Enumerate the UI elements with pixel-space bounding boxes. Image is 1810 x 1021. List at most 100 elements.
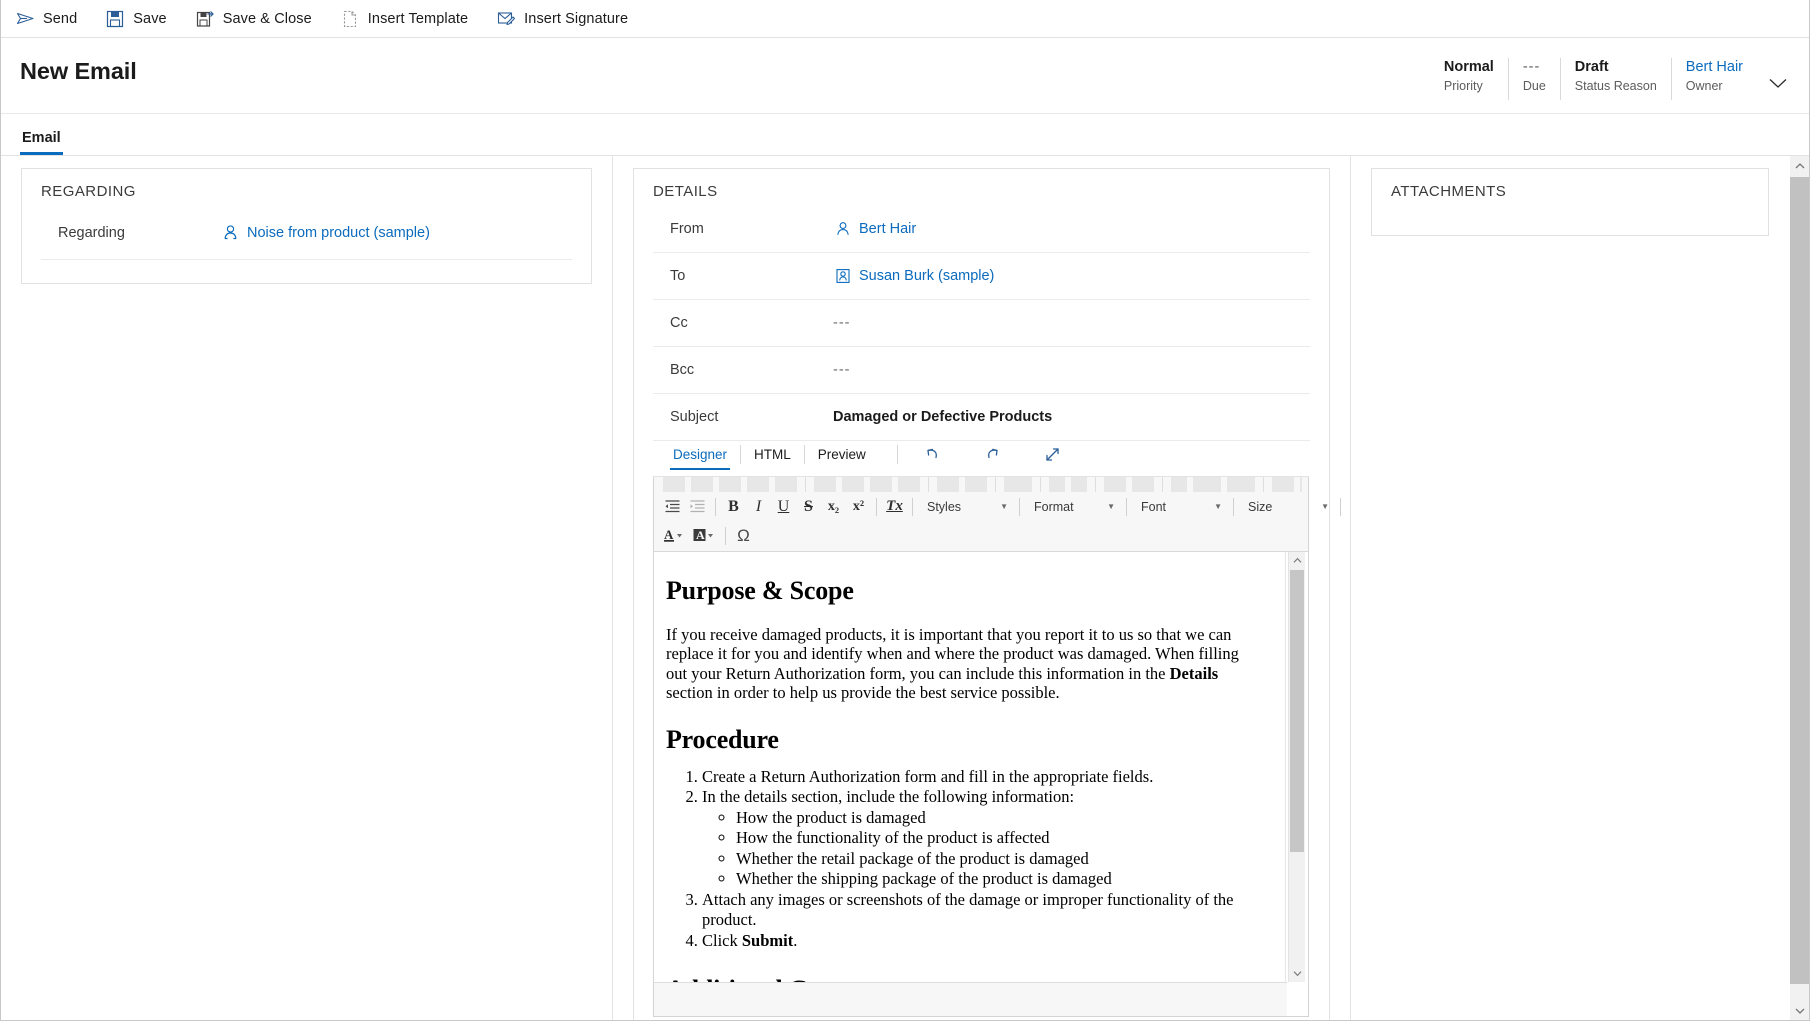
text-color-icon[interactable]: A xyxy=(660,524,690,549)
attachments-panel: ATTACHMENTS xyxy=(1371,168,1769,236)
header-expand-button[interactable] xyxy=(1763,70,1793,96)
superscript-button[interactable]: x² xyxy=(846,494,871,519)
italic-button[interactable]: I xyxy=(746,494,771,519)
page-vertical-scrollbar[interactable] xyxy=(1790,156,1809,1020)
align-left-icon[interactable] xyxy=(814,477,836,492)
font-dropdown-label: Font xyxy=(1141,500,1166,514)
strikethrough-button[interactable]: S xyxy=(796,494,821,519)
chevron-down-icon: ▼ xyxy=(1000,502,1008,511)
page-scroll-up-button[interactable] xyxy=(1790,156,1809,175)
special-character-icon[interactable]: Ω xyxy=(731,524,756,549)
horizontal-rule-icon[interactable] xyxy=(1104,477,1126,492)
to-field-row: To Susan Burk (sample) xyxy=(653,253,1310,300)
quote-right-icon[interactable] xyxy=(1071,477,1087,492)
content-paragraph-purpose: If you receive damaged products, it is i… xyxy=(666,625,1261,703)
save-icon xyxy=(105,9,125,29)
editor-undo-button[interactable] xyxy=(916,442,950,468)
header-stat-priority[interactable]: Normal Priority xyxy=(1430,58,1509,100)
table-icon[interactable] xyxy=(1193,477,1221,492)
insert-template-button-label: Insert Template xyxy=(368,11,468,27)
align-right-icon[interactable] xyxy=(870,477,892,492)
unlink-icon[interactable] xyxy=(937,477,959,492)
toolbar-divider-g xyxy=(1263,477,1264,492)
step-4-text-part-1: Click xyxy=(702,931,742,950)
editor-scroll-thumb[interactable] xyxy=(1290,570,1304,852)
page-break-icon[interactable] xyxy=(1171,477,1187,492)
subscript-button[interactable]: x₂ xyxy=(821,494,846,519)
toolbar-divider-d xyxy=(1040,477,1041,492)
remove-link-icon[interactable] xyxy=(1132,477,1154,492)
content-heading-purpose: Purpose & Scope xyxy=(666,576,1261,606)
save-button[interactable]: Save xyxy=(105,0,180,38)
middle-column: DETAILS From Bert Hair xyxy=(613,156,1351,1020)
size-dropdown[interactable]: Size ▼ xyxy=(1239,495,1335,519)
quote-left-icon[interactable] xyxy=(1049,477,1065,492)
image-icon[interactable] xyxy=(1227,477,1255,492)
send-button[interactable]: Send xyxy=(15,0,91,38)
step-4-text-bold: Submit xyxy=(742,931,793,950)
format-dropdown[interactable]: Format ▼ xyxy=(1025,495,1121,519)
paste-from-word-icon[interactable] xyxy=(775,477,797,492)
increase-indent-icon[interactable] xyxy=(685,494,710,519)
page-scroll-down-button[interactable] xyxy=(1790,1001,1809,1020)
bold-button[interactable]: B xyxy=(721,494,746,519)
regarding-field-value-wrap[interactable]: Noise from product (sample) xyxy=(221,223,430,242)
size-dropdown-label: Size xyxy=(1248,500,1272,514)
editor-redo-button[interactable] xyxy=(976,442,1010,468)
tab-email-label: Email xyxy=(22,130,61,146)
editor-tab-html[interactable]: HTML xyxy=(743,447,802,470)
editor-tab-designer[interactable]: Designer xyxy=(662,447,738,470)
header-stat-due[interactable]: --- Due xyxy=(1509,58,1561,100)
details-panel-title: DETAILS xyxy=(634,169,1329,200)
insert-template-button[interactable]: Insert Template xyxy=(340,0,482,38)
toolbar-divider-p xyxy=(1340,498,1341,516)
header-stat-status-reason[interactable]: Draft Status Reason xyxy=(1561,58,1672,100)
details-panel: DETAILS From Bert Hair xyxy=(633,168,1330,1020)
from-field-value-wrap[interactable]: Bert Hair xyxy=(833,220,916,239)
chevron-down-icon: ▼ xyxy=(1214,502,1222,511)
editor-expand-button[interactable] xyxy=(1036,442,1070,468)
rte-content[interactable]: Purpose & Scope If you receive damaged p… xyxy=(654,552,1286,982)
paste-as-text-icon[interactable] xyxy=(747,477,769,492)
page-scroll-thumb[interactable] xyxy=(1790,177,1809,984)
cc-field-value[interactable]: --- xyxy=(833,315,851,331)
tab-email[interactable]: Email xyxy=(20,130,63,155)
editor-vertical-scrollbar[interactable] xyxy=(1288,552,1305,982)
bulleted-list-icon[interactable] xyxy=(1300,477,1302,492)
email-form-window: Send Save Save & Close xyxy=(0,0,1810,1021)
font-dropdown[interactable]: Font ▼ xyxy=(1132,495,1228,519)
cut-icon[interactable] xyxy=(663,477,685,492)
owner-value: Bert Hair xyxy=(1686,58,1743,77)
anchor-icon[interactable] xyxy=(965,477,987,492)
paste-icon[interactable] xyxy=(719,477,741,492)
text-direction-icon[interactable] xyxy=(1004,477,1032,492)
to-field-value-wrap[interactable]: Susan Burk (sample) xyxy=(833,267,994,286)
editor-tab-preview[interactable]: Preview xyxy=(807,447,877,470)
content-heading-procedure: Procedure xyxy=(666,725,1261,755)
toolbar-divider-b xyxy=(928,477,929,492)
background-color-icon[interactable]: A xyxy=(690,524,720,549)
list-item: How the product is damaged xyxy=(736,808,1261,829)
left-column: REGARDING Regarding Noise from product (… xyxy=(1,156,613,1020)
editor-tab-preview-label: Preview xyxy=(818,447,866,462)
remove-format-icon[interactable]: Tx xyxy=(882,494,907,519)
insert-signature-button[interactable]: Insert Signature xyxy=(496,0,642,38)
save-and-close-button[interactable]: Save & Close xyxy=(195,0,326,38)
styles-dropdown[interactable]: Styles ▼ xyxy=(918,495,1014,519)
cc-field-label: Cc xyxy=(653,315,833,331)
editor-scroll-down-button[interactable] xyxy=(1289,965,1305,982)
editor-scroll-up-button[interactable] xyxy=(1289,552,1305,569)
align-justify-icon[interactable] xyxy=(898,477,920,492)
editor-mode-tabs: Designer HTML Preview xyxy=(653,441,1309,477)
copy-icon[interactable] xyxy=(691,477,713,492)
align-center-icon[interactable] xyxy=(842,477,864,492)
rte-toolbar-row-2: B I U S x₂ x² Tx Styles xyxy=(660,492,1302,521)
header-stat-owner[interactable]: Bert Hair Owner xyxy=(1672,58,1747,100)
subject-field-value[interactable]: Damaged or Defective Products xyxy=(833,409,1052,425)
bcc-field-value[interactable]: --- xyxy=(833,362,851,378)
numbered-list-icon[interactable] xyxy=(1272,477,1294,492)
email-body-editor: Designer HTML Preview xyxy=(653,441,1309,1017)
decrease-indent-icon[interactable] xyxy=(660,494,685,519)
form-body: REGARDING Regarding Noise from product (… xyxy=(1,156,1809,1020)
underline-button[interactable]: U xyxy=(771,494,796,519)
